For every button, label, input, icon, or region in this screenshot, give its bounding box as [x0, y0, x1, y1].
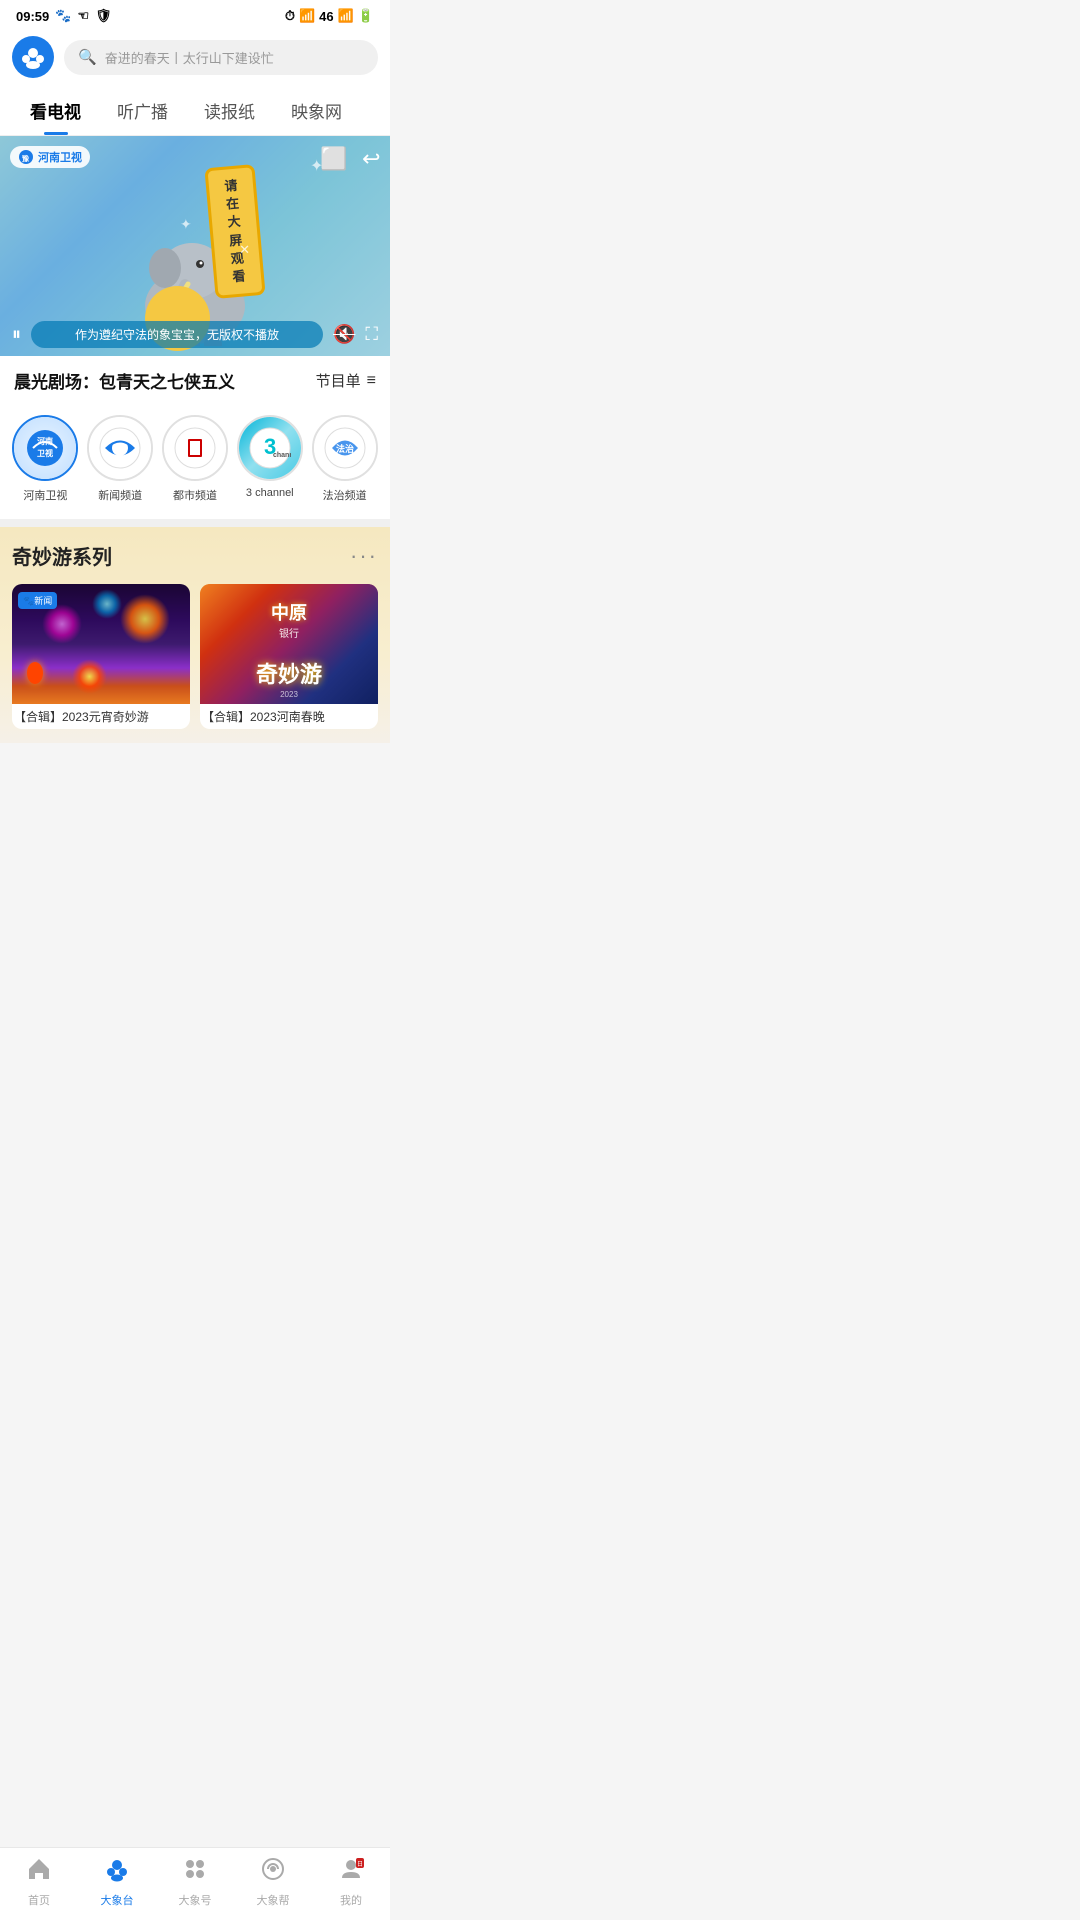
channel-label-henan: 河南卫视: [23, 487, 67, 503]
status-icon-signal: 📶: [338, 8, 354, 24]
fullscreen-button[interactable]: ⛶: [365, 324, 378, 345]
card-img-1: 🐾新闻: [12, 584, 190, 704]
app-header: 🔍 奋进的春天丨太行山下建设忙: [0, 28, 390, 86]
channel-circle-henan: 河南 卫视: [12, 415, 78, 481]
app-logo[interactable]: [12, 36, 54, 78]
share-icon[interactable]: ↪: [362, 146, 380, 172]
channel-logo-city: [164, 417, 226, 479]
channel-circle-news: [87, 415, 153, 481]
video-controls: ⏸ 作为遵纪守法的象宝宝，无版权不播放 🔇 ⛶: [0, 315, 390, 356]
status-icon-battery: 🔋: [358, 8, 374, 24]
cards-row: 🐾新闻 【合辑】2023元宵奇妙游 中原 银行 奇妙游 2023 【合辑】202…: [12, 584, 378, 729]
section-header: 奇妙游系列 ···: [12, 541, 378, 570]
card-1[interactable]: 🐾新闻 【合辑】2023元宵奇妙游: [12, 584, 190, 729]
video-top-icons: ⬜ ↪: [320, 146, 380, 172]
video-container: 豫 河南卫视 ⬜ ↪ ✦ ✦ ✦ 请在 大屏观看: [0, 136, 390, 356]
channel-logo-fazhi: 法治: [314, 417, 376, 479]
channel-label-city: 都市频道: [173, 487, 217, 503]
nav-tabs: 看电视 听广播 读报纸 映象网: [0, 86, 390, 136]
schedule-icon: ≡: [367, 372, 376, 390]
channel-item-henan[interactable]: 河南 卫视 河南卫视: [11, 415, 79, 503]
bottom-nav: 首页 大象台 大象号: [0, 1847, 390, 1920]
card-2[interactable]: 中原 银行 奇妙游 2023 【合辑】2023河南春晚: [200, 584, 378, 729]
status-signal: 46: [319, 9, 333, 24]
tab-newspaper[interactable]: 读报纸: [186, 86, 273, 135]
svg-text:卫视: 卫视: [37, 448, 53, 458]
channel-list: 河南 卫视 河南卫视 新闻频道: [0, 405, 390, 519]
nav-item-home[interactable]: 首页: [0, 1856, 78, 1908]
channel-item-fazhi[interactable]: 法治 法治频道: [311, 415, 379, 503]
channel-label-fazhi: 法治频道: [323, 487, 367, 503]
card2-title: 【合辑】2023河南春晚: [200, 704, 378, 729]
nav-item-daxiang[interactable]: 大象台: [78, 1856, 156, 1908]
channel-name-label: 河南卫视: [38, 149, 82, 165]
subtitle-text: 作为遵纪守法的象宝宝，无版权不播放: [75, 328, 279, 342]
status-icon-shield: 🛡: [95, 8, 112, 24]
nav-label-daxianghao: 大象号: [179, 1892, 212, 1908]
more-button[interactable]: ···: [350, 543, 378, 569]
search-bar[interactable]: 🔍 奋进的春天丨太行山下建设忙: [64, 40, 378, 75]
nav-item-daxiangbang[interactable]: 大象帮: [234, 1856, 312, 1908]
nav-item-daxianghao[interactable]: 大象号: [156, 1856, 234, 1908]
channel-logo-henan: 河南 卫视: [14, 417, 76, 479]
daxiangbang-icon: [260, 1856, 286, 1889]
program-title: 晨光剧场：包青天之七侠五义: [14, 368, 235, 393]
search-icon: 🔍: [78, 48, 97, 66]
card-img-2: 中原 银行 奇妙游 2023: [200, 584, 378, 704]
section-divider: [0, 519, 390, 527]
mute-button[interactable]: 🔇: [333, 324, 355, 345]
pause-button[interactable]: ⏸: [12, 324, 21, 345]
status-right: ⏱ 📶 46 📶 🔋: [285, 8, 374, 24]
section-title: 奇妙游系列: [12, 541, 112, 570]
nav-item-mine[interactable]: 日 我的: [312, 1856, 390, 1908]
status-icon-wifi: 📶: [299, 8, 315, 24]
channel-circle-fazhi: 法治: [312, 415, 378, 481]
home-icon: [26, 1856, 52, 1889]
card1-badge: 🐾新闻: [18, 592, 57, 609]
status-bar: 09:59 🐾 ☜ 🛡 ⏱ 📶 46 📶 🔋: [0, 0, 390, 28]
sparkle-1: ✦: [310, 156, 323, 176]
channel-logo-news: [89, 417, 151, 479]
tab-yxw[interactable]: 映象网: [273, 86, 360, 135]
video-area[interactable]: 豫 河南卫视 ⬜ ↪ ✦ ✦ ✦ 请在 大屏观看: [0, 136, 390, 356]
channel-item-ch3[interactable]: 3 channel 3 channel: [236, 415, 304, 503]
schedule-button[interactable]: 节目单 ≡: [316, 370, 376, 391]
program-info: 晨光剧场：包青天之七侠五义 节目单 ≡: [0, 356, 390, 405]
svg-text:channel: channel: [273, 452, 291, 459]
status-time: 09:59: [16, 9, 49, 24]
card1-title: 【合辑】2023元宵奇妙游: [12, 704, 190, 729]
channel-circle-ch3: 3 channel: [237, 415, 303, 481]
status-icon-hand: ☜: [77, 8, 89, 24]
channel-watermark: 豫 河南卫视: [10, 146, 90, 168]
nav-label-mine: 我的: [340, 1892, 362, 1908]
svg-text:豫: 豫: [22, 154, 29, 163]
channel-logo-ch3: 3 channel: [239, 417, 301, 479]
cast-icon[interactable]: ⬜: [320, 146, 347, 172]
svg-text:日: 日: [357, 1861, 363, 1868]
channel-circle-city: [162, 415, 228, 481]
search-placeholder-text: 奋进的春天丨太行山下建设忙: [105, 48, 274, 67]
schedule-label: 节目单: [316, 370, 361, 391]
nav-label-home: 首页: [28, 1892, 50, 1908]
nav-label-daxiang: 大象台: [101, 1892, 134, 1908]
subtitle-bar: 作为遵纪守法的象宝宝，无版权不播放: [31, 321, 323, 348]
tab-radio[interactable]: 听广播: [99, 86, 186, 135]
status-icon-timer: ⏱: [285, 8, 295, 24]
close-button[interactable]: ✕: [239, 242, 250, 258]
channel-item-news[interactable]: 新闻频道: [86, 415, 154, 503]
daxiang-icon: [104, 1856, 130, 1889]
qimiao-section: 奇妙游系列 ··· 🐾新闻 【合辑】2023元宵奇妙游: [0, 527, 390, 743]
sparkle-3: ✦: [180, 216, 192, 233]
svg-text:法治: 法治: [336, 443, 354, 454]
channel-item-city[interactable]: 都市频道: [161, 415, 229, 503]
status-left: 09:59 🐾 ☜ 🛡: [16, 8, 112, 24]
channel-label-ch3: 3 channel: [246, 487, 294, 499]
mine-icon: 日: [338, 1856, 364, 1889]
channel-label-news: 新闻频道: [98, 487, 142, 503]
sign-display: 请在 大屏观看: [204, 164, 265, 299]
tab-tv[interactable]: 看电视: [12, 86, 99, 135]
daxianghao-icon: [182, 1856, 208, 1889]
status-icon-paw: 🐾: [55, 8, 71, 24]
nav-label-daxiangbang: 大象帮: [257, 1892, 290, 1908]
